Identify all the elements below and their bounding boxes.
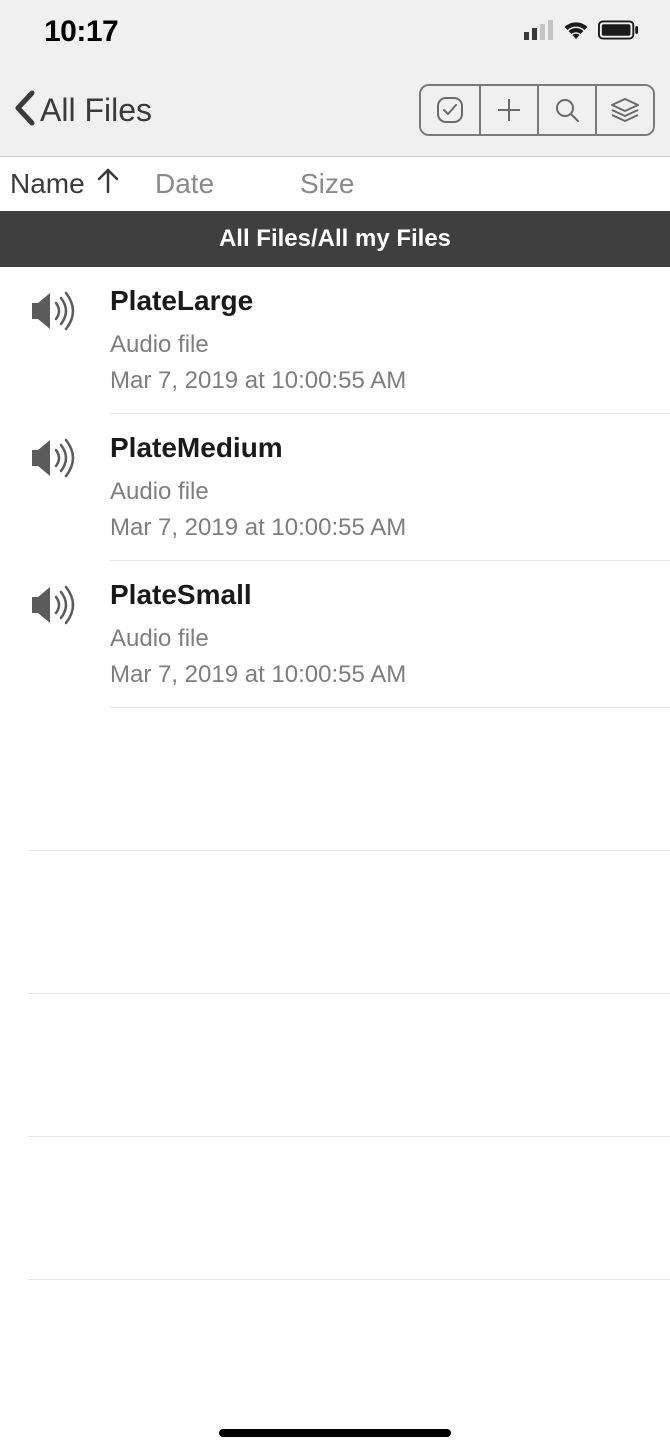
battery-icon xyxy=(598,20,640,45)
sort-name-label: Name xyxy=(10,168,85,200)
file-date: Mar 7, 2019 at 10:00:55 AM xyxy=(110,367,654,395)
file-list: PlateLarge Audio file Mar 7, 2019 at 10:… xyxy=(0,267,670,1280)
sort-size-label: Size xyxy=(300,168,354,200)
sort-bar: Name Date Size xyxy=(0,157,670,211)
file-type: Audio file xyxy=(110,625,654,653)
sort-by-size[interactable]: Size xyxy=(300,168,354,200)
toolbar xyxy=(419,84,655,136)
wifi-icon xyxy=(562,20,590,45)
empty-row xyxy=(28,994,670,1137)
section-header: All Files/All my Files xyxy=(0,211,670,267)
back-button[interactable]: All Files xyxy=(12,89,152,132)
file-name: PlateLarge xyxy=(110,285,654,317)
sort-by-date[interactable]: Date xyxy=(155,168,300,200)
file-type: Audio file xyxy=(110,478,654,506)
file-type: Audio file xyxy=(110,331,654,359)
arrow-up-icon xyxy=(95,167,121,202)
add-button[interactable] xyxy=(479,86,537,134)
file-date: Mar 7, 2019 at 10:00:55 AM xyxy=(110,514,654,542)
chevron-left-icon xyxy=(12,89,38,132)
select-button[interactable] xyxy=(421,86,479,134)
empty-row xyxy=(28,1137,670,1280)
empty-row xyxy=(28,708,670,851)
file-row[interactable]: PlateSmall Audio file Mar 7, 2019 at 10:… xyxy=(0,561,670,708)
file-name: PlateMedium xyxy=(110,432,654,464)
audio-icon xyxy=(28,467,80,484)
audio-icon xyxy=(28,614,80,631)
back-title: All Files xyxy=(40,92,152,129)
sort-by-name[interactable]: Name xyxy=(10,167,155,202)
audio-icon xyxy=(28,320,80,337)
file-date: Mar 7, 2019 at 10:00:55 AM xyxy=(110,661,654,689)
status-bar: 10:17 xyxy=(0,0,670,64)
layers-button[interactable] xyxy=(595,86,653,134)
file-name: PlateSmall xyxy=(110,579,654,611)
file-row[interactable]: PlateMedium Audio file Mar 7, 2019 at 10… xyxy=(0,414,670,561)
file-row[interactable]: PlateLarge Audio file Mar 7, 2019 at 10:… xyxy=(0,267,670,414)
empty-row xyxy=(28,851,670,994)
search-button[interactable] xyxy=(537,86,595,134)
home-indicator[interactable] xyxy=(219,1429,451,1437)
status-time: 10:17 xyxy=(44,15,118,49)
sort-date-label: Date xyxy=(155,168,214,200)
cellular-icon xyxy=(524,20,554,45)
nav-bar: All Files xyxy=(0,64,670,157)
status-icons xyxy=(524,20,640,45)
